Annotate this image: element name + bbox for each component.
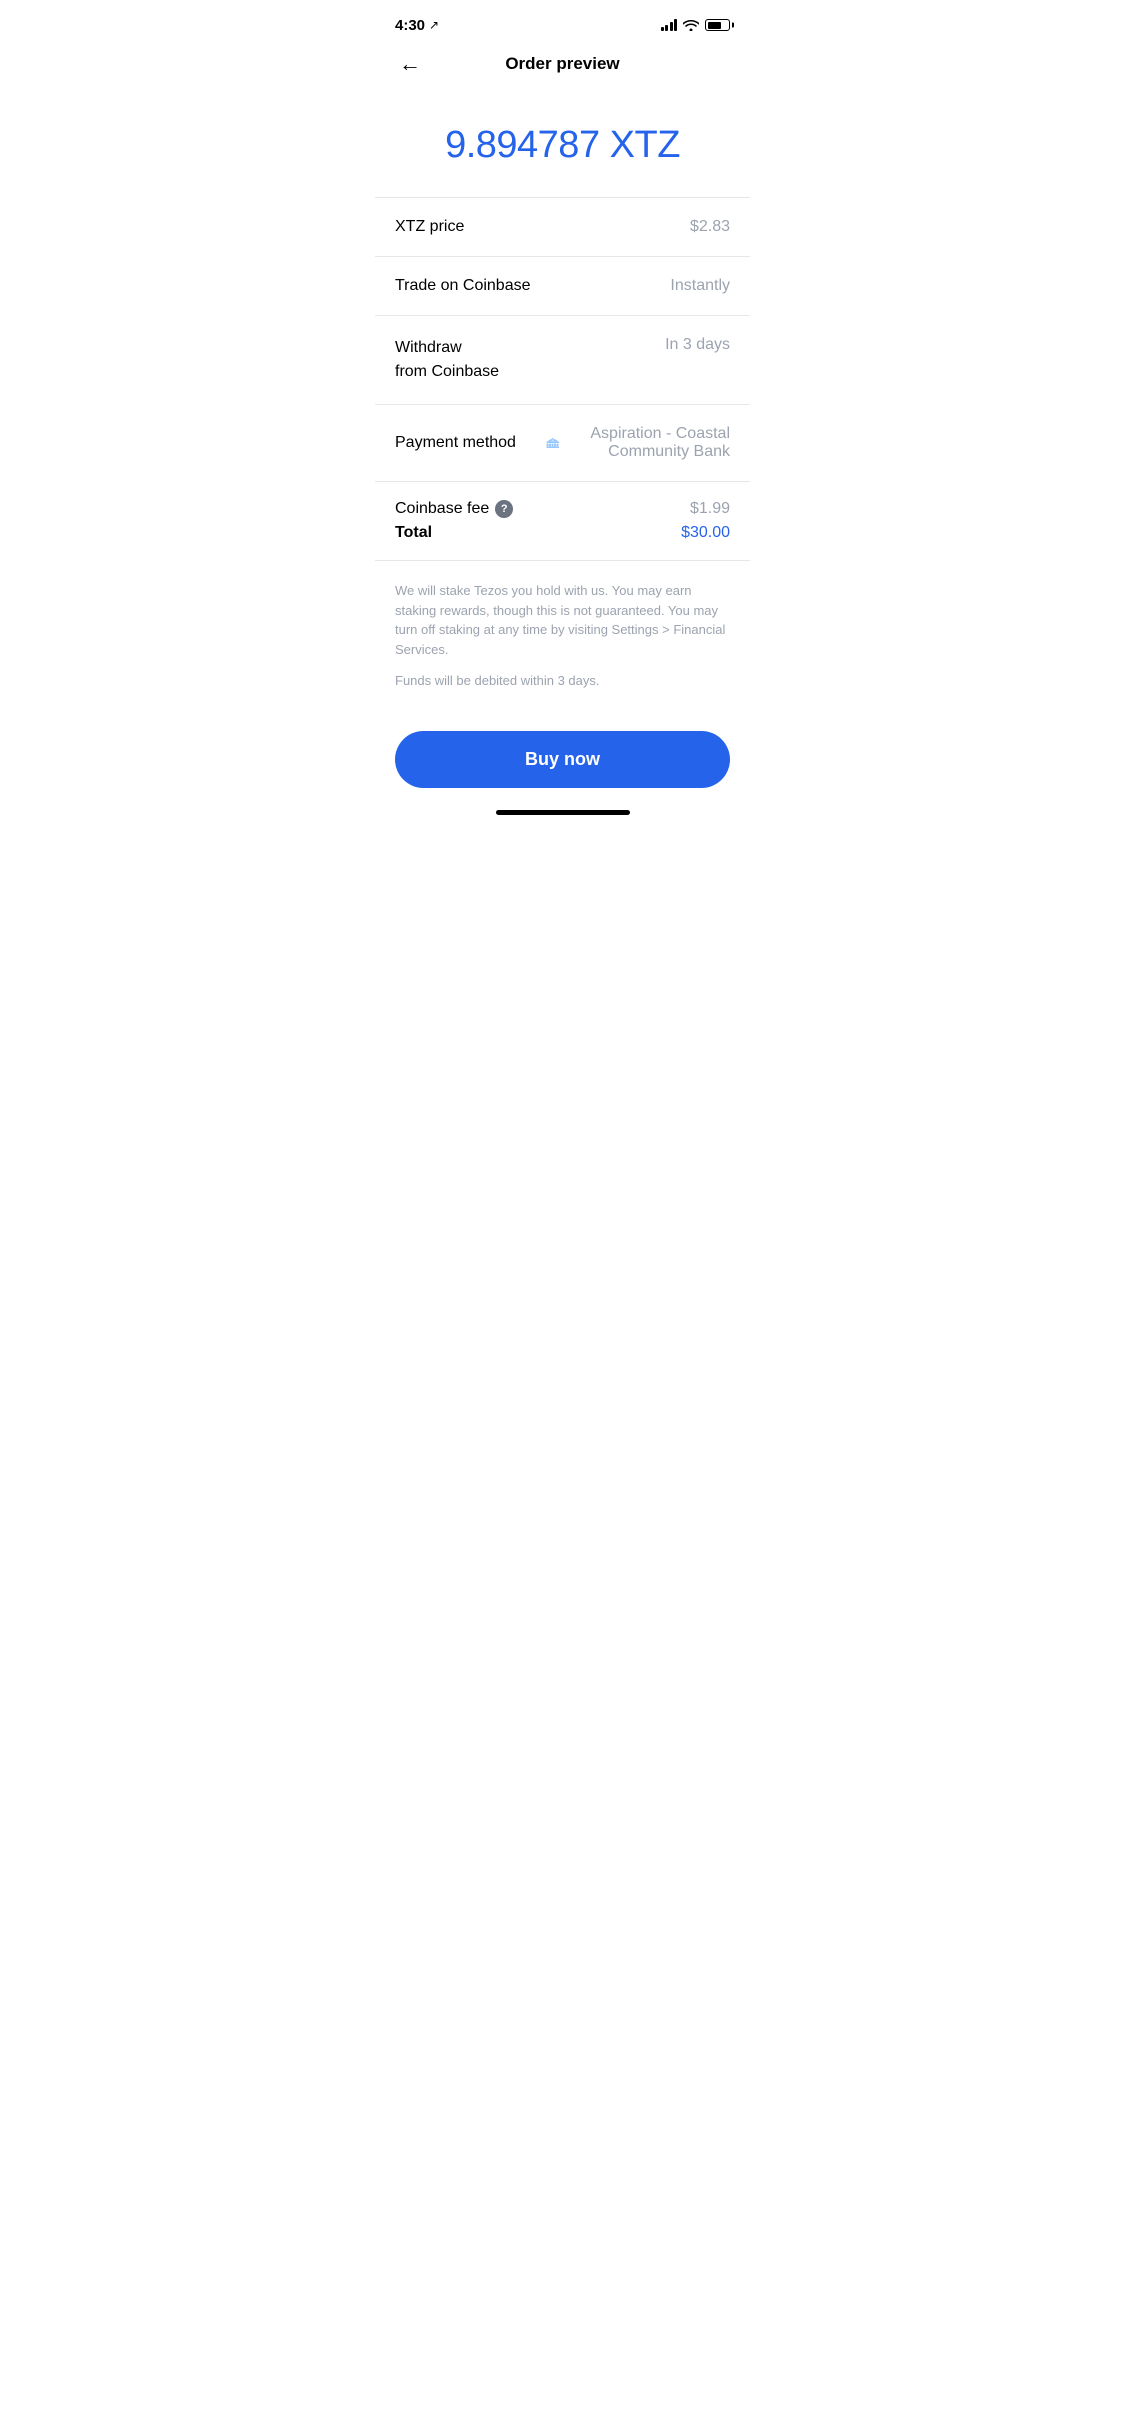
disclaimer-section: We will stake Tezos you hold with us. Yo…: [375, 561, 750, 711]
bank-name: Aspiration - Coastal Community Bank: [565, 425, 730, 461]
trade-value: Instantly: [670, 277, 730, 295]
payment-method-row: Payment method Aspiration - Coastal Comm…: [375, 405, 750, 482]
help-icon[interactable]: ?: [495, 500, 513, 518]
status-bar: 4:30 ↗: [375, 0, 750, 44]
fee-total-section: Coinbase fee ? $1.99 Total $30.00: [375, 482, 750, 561]
xtz-price-row: XTZ price $2.83: [375, 198, 750, 257]
withdraw-label: Withdrawfrom Coinbase: [395, 336, 499, 384]
buy-button-container: Buy now: [375, 711, 750, 798]
debit-disclaimer: Funds will be debited within 3 days.: [395, 671, 730, 691]
location-icon: ↗: [429, 18, 439, 32]
trade-row: Trade on Coinbase Instantly: [375, 257, 750, 316]
amount-section: 9.894787 XTZ: [375, 84, 750, 197]
withdraw-value: In 3 days: [665, 336, 730, 354]
trade-label: Trade on Coinbase: [395, 277, 531, 295]
coinbase-fee-label: Coinbase fee: [395, 500, 489, 518]
bank-icon: [546, 434, 560, 452]
total-line: Total $30.00: [395, 524, 730, 542]
status-time: 4:30: [395, 17, 425, 34]
total-value: $30.00: [681, 524, 730, 542]
payment-method-value: Aspiration - Coastal Community Bank: [546, 425, 730, 461]
fee-value: $1.99: [690, 500, 730, 518]
payment-method-label: Payment method: [395, 434, 516, 452]
amount-value: 9.894787 XTZ: [395, 124, 730, 167]
xtz-price-value: $2.83: [690, 218, 730, 236]
xtz-price-label: XTZ price: [395, 218, 464, 236]
page-wrapper: 4:30 ↗ ← Order: [375, 0, 750, 823]
withdraw-row: Withdrawfrom Coinbase In 3 days: [375, 316, 750, 405]
total-label: Total: [395, 524, 432, 542]
back-button[interactable]: ←: [395, 47, 425, 81]
wifi-icon: [683, 19, 699, 31]
nav-bar: ← Order preview: [375, 44, 750, 84]
battery-icon: [705, 19, 730, 31]
fee-label-group: Coinbase fee ?: [395, 500, 513, 518]
page-title: Order preview: [505, 54, 619, 74]
signal-icon: [661, 19, 678, 31]
staking-disclaimer: We will stake Tezos you hold with us. Yo…: [395, 581, 730, 659]
fee-line: Coinbase fee ? $1.99: [395, 500, 730, 518]
buy-now-button[interactable]: Buy now: [395, 731, 730, 788]
home-indicator: [375, 798, 750, 823]
status-icons: [661, 19, 731, 31]
home-bar: [496, 810, 630, 815]
back-arrow-icon: ←: [399, 51, 421, 77]
bottom-area: Buy now: [375, 711, 750, 823]
